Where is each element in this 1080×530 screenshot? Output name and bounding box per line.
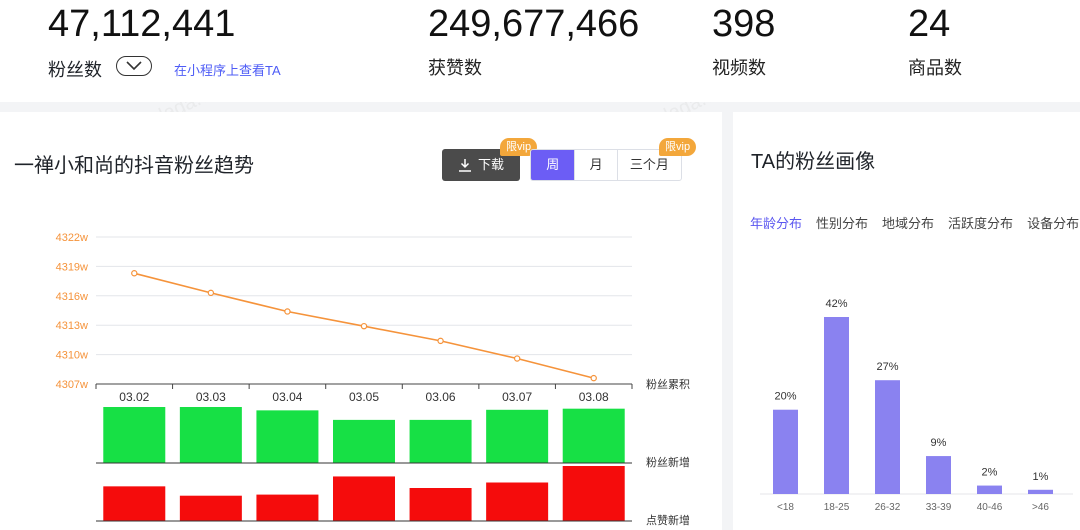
y-tick-label: 4316w (56, 291, 88, 303)
likes-new-bar (333, 476, 395, 521)
fans-new-bar (562, 408, 625, 463)
x-tick-label: 03.05 (349, 390, 379, 404)
y-tick-label: 4313w (56, 320, 88, 332)
x-tick-label: 03.08 (579, 390, 609, 404)
likes-new-bar (103, 486, 166, 521)
series-label: 粉丝新增 (646, 455, 690, 469)
age-distribution-chart: 20% <18 42% 18-25 27% 26-32 9% 33-39 2% 40-46 1% >4… (760, 298, 1073, 513)
bar-value-label: 27% (876, 361, 898, 373)
x-tick-label: >46 (1032, 502, 1049, 513)
likes-count: 249,677,466 (428, 3, 640, 45)
fan-trend-chart: 4322w 4319w 4316w 4313w 4310w 4307w 03.02 03.03… (56, 232, 690, 527)
series-label: 点赞新增 (646, 513, 690, 527)
line-point (207, 289, 215, 297)
line-point (437, 337, 444, 345)
x-tick-label: 18-25 (824, 502, 850, 513)
likes-label: 获赞数 (428, 58, 482, 78)
line-point (131, 270, 138, 277)
age-bar (773, 409, 798, 494)
chevron-down-icon (126, 61, 142, 71)
fans-new-bar (486, 409, 549, 463)
x-tick-label: 03.07 (502, 390, 532, 404)
videos-count: 398 (712, 3, 776, 45)
stats-bar: 47,112,441 粉丝数 在小程序上查看TA 249,677,466 获赞数… (0, 0, 1080, 102)
fan-trend-panel: 一禅小和尚的抖音粉丝趋势 下载 限vip 周 月 三个月 限vip 4322w 4… (0, 112, 722, 530)
products-label: 商品数 (908, 58, 962, 78)
y-tick-label: 4307w (56, 379, 88, 391)
stat-products: 24 商品数 (908, 0, 962, 80)
fans-new-bar (256, 410, 319, 463)
bar-value-label: 20% (774, 391, 796, 403)
fans-new-bar (333, 419, 395, 463)
bar-value-label: 2% (982, 467, 998, 479)
bar-value-label: 9% (931, 437, 947, 449)
x-tick-label: 03.06 (426, 390, 456, 404)
stat-likes: 249,677,466 获赞数 (428, 0, 639, 80)
likes-new-bar (409, 488, 472, 521)
likes-new-bar (562, 466, 625, 521)
y-tick-label: 4319w (56, 261, 88, 273)
fans-new-bar (103, 407, 166, 463)
stat-videos: 398 视频数 (712, 0, 775, 80)
mini-program-link[interactable]: 在小程序上查看TA (174, 60, 281, 79)
line-point (360, 322, 368, 330)
fans-label: 粉丝数 (48, 60, 102, 80)
x-tick-label: 03.02 (119, 390, 149, 404)
y-tick-label: 4310w (56, 350, 88, 362)
y-tick-label: 4322w (56, 232, 88, 244)
fan-portrait-panel: TA的粉丝画像 年龄分布 性别分布 地域分布 活跃度分布 设备分布 20% <18… (733, 112, 1080, 530)
bar-value-label: 42% (825, 298, 847, 310)
likes-new-bar (486, 482, 549, 521)
bar-value-label: 1% (1033, 471, 1049, 483)
age-bar (875, 380, 900, 494)
likes-new-bar (256, 494, 319, 521)
line-point (284, 308, 291, 315)
series-label: 粉丝累积 (646, 378, 690, 391)
line-point (513, 355, 521, 362)
fans-new-bar (179, 407, 242, 463)
x-tick-label: 26-32 (875, 502, 901, 513)
videos-label: 视频数 (712, 58, 766, 78)
age-bar (977, 485, 1002, 494)
line-point (590, 374, 597, 382)
fans-count: 47,112,441 (48, 3, 236, 45)
fans-expand-toggle[interactable] (116, 56, 152, 76)
products-count: 24 (908, 3, 951, 45)
age-bar (926, 456, 951, 494)
fans-new-bar (409, 419, 472, 463)
x-tick-label: <18 (777, 502, 794, 513)
x-tick-label: 03.03 (196, 390, 226, 404)
likes-new-bar (179, 495, 242, 521)
stat-fans: 47,112,441 粉丝数 在小程序上查看TA (48, 0, 281, 82)
x-tick-label: 03.04 (272, 390, 302, 404)
x-tick-label: 33-39 (926, 502, 952, 513)
age-bar (1028, 489, 1053, 494)
x-tick-label: 40-46 (977, 502, 1003, 513)
age-bar (824, 317, 849, 494)
